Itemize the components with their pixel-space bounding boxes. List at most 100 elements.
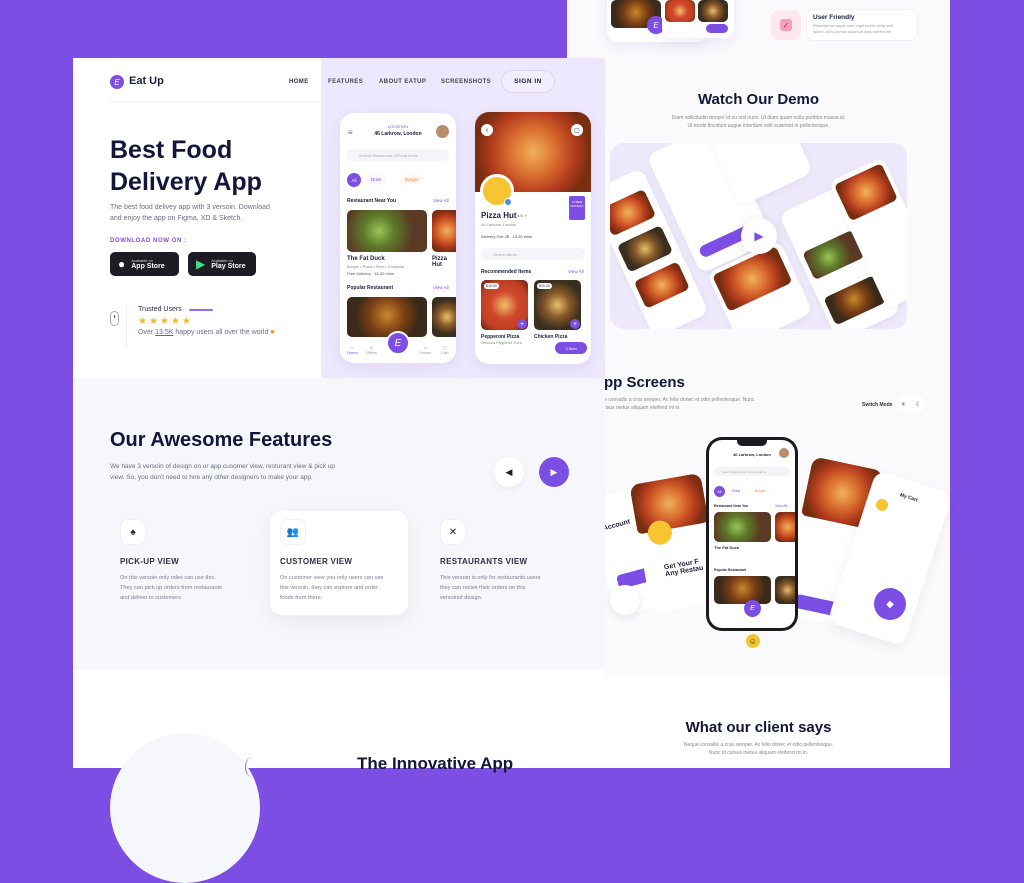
nav-about[interactable]: ABOUT EATUP — [379, 79, 426, 85]
users-icon: 👥 — [280, 519, 306, 545]
feature-title: RESTAURANTS VIEW — [440, 557, 528, 566]
features-title: Our Awesome Features — [110, 429, 333, 451]
popular-view-all[interactable]: View All — [433, 285, 449, 290]
pizza-image — [633, 261, 690, 309]
bookmark-icon[interactable]: ▢ — [571, 124, 583, 136]
mock-chip-all: All — [714, 486, 725, 497]
burger-image[interactable] — [347, 297, 427, 337]
logo-icon[interactable]: E — [110, 75, 124, 89]
utensils-icon: ✕ — [440, 519, 466, 545]
feature-card-restaurants[interactable]: ✕ RESTAURANTS VIEW This versoin is only … — [430, 511, 568, 615]
feature-title: CUSTOMER VIEW — [280, 557, 353, 566]
play-demo-button[interactable]: ▶ — [741, 218, 777, 254]
center-logo-button[interactable]: E — [386, 331, 410, 355]
verified-icon — [504, 198, 512, 206]
sign-in-button[interactable]: SIGN IN — [501, 70, 555, 93]
tacos-image — [714, 512, 771, 542]
pizza-image — [616, 225, 674, 273]
restaurant-title: Pizza Hut — [481, 211, 517, 220]
arrow-right-icon: ▶ — [550, 466, 558, 477]
hero-title: Best Food Delivery App — [110, 136, 262, 196]
user-count[interactable]: 13.5K — [155, 329, 173, 336]
chip-burger[interactable]: Burger — [400, 175, 424, 184]
cart-pill[interactable] — [706, 24, 728, 33]
app-store-small: Available on — [131, 258, 153, 263]
sun-icon[interactable]: ☀ — [901, 401, 906, 408]
theme-toggle[interactable]: ☀ ☾ — [896, 397, 926, 411]
scroll-mouse-icon[interactable] — [110, 311, 119, 326]
top-phone-partial-2 — [662, 0, 734, 38]
app-screens-desc: e convallis a cras semper. Ac felis done… — [604, 397, 755, 411]
prev-arrow-button[interactable]: ◀ — [494, 457, 524, 487]
pizza-image[interactable] — [432, 297, 456, 337]
tab-offers[interactable]: ◎ Offers — [366, 345, 377, 355]
app-store-button[interactable]: ● Available on App Store — [110, 252, 179, 276]
feature-title: PICK-UP VIEW — [120, 557, 180, 566]
iphone-mockup: 46 Larkrow, London Search Restaurant of … — [706, 437, 798, 631]
item-desc: Delicious Pepperoni Pizza — [481, 341, 522, 345]
mock-restaurant-name: The Fat Duck — [714, 545, 740, 550]
rating-stars: ★★★★★ — [138, 316, 193, 327]
add-item-button[interactable]: + — [517, 319, 527, 329]
logo-text[interactable]: Eat Up — [129, 75, 164, 87]
get-your-text: Get Your F Any Restau — [663, 558, 704, 579]
trusted-bar — [189, 309, 213, 311]
user-avatar[interactable] — [436, 125, 449, 138]
user-friendly-title: User Friendly — [813, 14, 855, 21]
restaurant-meta: Free Delivery 15-20 mins — [347, 271, 394, 276]
pizza-hut-logo — [874, 497, 890, 513]
tab-home[interactable]: ⌂ Home — [347, 345, 358, 355]
nav-home[interactable]: HOME — [289, 79, 309, 85]
innovative-circle — [110, 733, 260, 883]
play-store-big: Play Store — [211, 263, 246, 270]
client-desc: Neque convallis a cras semper. Ac felis … — [683, 742, 834, 756]
items-search-input[interactable]: Search Items — [481, 248, 585, 260]
chip-drink[interactable]: Drink — [366, 175, 387, 184]
check-icon: ✓ — [780, 19, 792, 31]
feature-card-pickup[interactable]: ♠ PICK-UP VIEW On this versoin only ride… — [110, 511, 248, 615]
trusted-users-label: Trusted Users — [138, 306, 182, 313]
app-store-big: App Store — [131, 263, 165, 270]
recommended-view-all[interactable]: View All — [568, 269, 584, 274]
mock-logo-button: E — [744, 600, 761, 617]
add-item-button[interactable]: + — [570, 319, 580, 329]
near-view-all[interactable]: View All — [433, 198, 449, 203]
popular-title: Popular Restaurant — [347, 285, 394, 291]
nav-screenshots[interactable]: SCREENSHOTS — [441, 79, 491, 85]
user-friendly-desc: Pharetra vel turpis nunc eget lorem dolo… — [813, 23, 893, 34]
switch-mode-label: Switch Mode — [862, 402, 893, 408]
restaurant-name: The Fat Duck — [347, 256, 385, 262]
mock-avatar — [779, 448, 789, 458]
play-store-button[interactable]: ▶ Available on Play Store — [188, 252, 256, 276]
moon-icon[interactable]: ☾ — [916, 401, 921, 408]
play-icon: ▶ — [754, 229, 764, 243]
phone-search-input[interactable]: Search Restaurant of Food Items — [347, 149, 449, 161]
next-arrow-button[interactable]: ▶ — [539, 457, 569, 487]
cart-button[interactable]: 2 Item — [555, 342, 587, 354]
mock-chip-burger: Burger — [751, 487, 770, 495]
emoji-icon: ☺ — [746, 634, 760, 648]
item-name: Chicken Pizza — [534, 334, 568, 340]
restaurant-tags: Burger • Pizza • Rice • Chickens — [347, 264, 405, 269]
iphone-screen: 46 Larkrow, London Search Restaurant of … — [709, 440, 795, 628]
pizza-hut-image[interactable] — [432, 210, 456, 252]
feature-desc: On customer view you only users can use t… — [280, 575, 384, 601]
feature-card-customer[interactable]: 👥 CUSTOMER VIEW On customer view you onl… — [270, 511, 408, 615]
decor-arc — [245, 757, 259, 777]
item-price: $10.00 — [484, 283, 499, 289]
chip-all[interactable]: All — [347, 173, 361, 187]
demo-desc: Diam sollicitudin tempor id eu nisl nunc… — [671, 115, 846, 129]
cart-fab[interactable]: ◆ — [874, 588, 906, 620]
client-title: What our client says — [685, 719, 832, 736]
fat-duck-image[interactable] — [347, 210, 427, 252]
item-price: $10.00 — [537, 283, 552, 289]
happy-users-text: Over 13.5K happy users all over the worl… — [138, 329, 275, 336]
tab-saved[interactable]: ▭ Saved — [420, 345, 431, 355]
nav-features[interactable]: FEATURES — [328, 79, 363, 85]
user-friendly-icon-wrap: ✓ — [771, 10, 801, 40]
feature-desc: This versoin is only for restaurants use… — [440, 575, 541, 601]
mock-view-all: View All — [775, 504, 788, 508]
back-icon[interactable]: ‹ — [481, 124, 493, 136]
tab-cart[interactable]: ▢ Cart — [441, 345, 449, 355]
feature-desc: On this versoin only rides can use this.… — [120, 575, 222, 601]
